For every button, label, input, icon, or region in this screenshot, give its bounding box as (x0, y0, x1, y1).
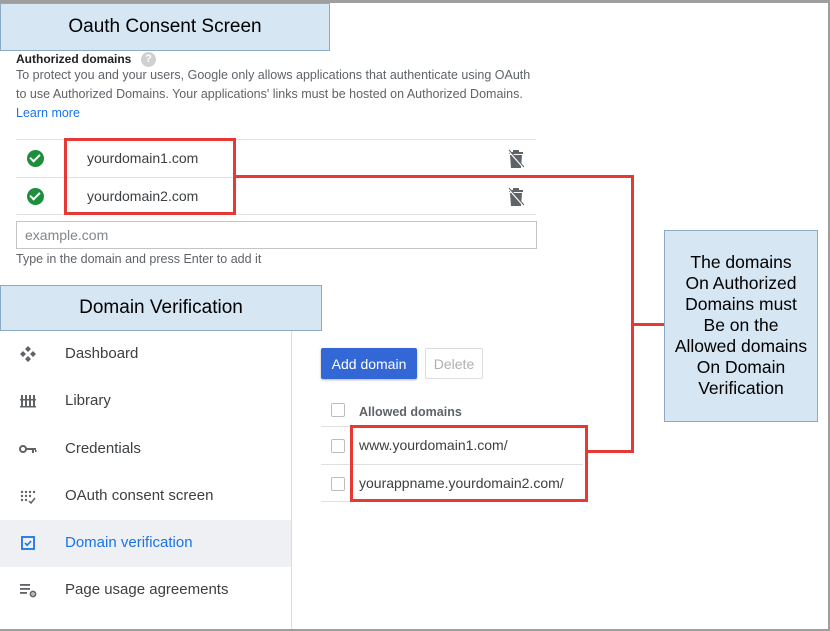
authorized-domain-name: yourdomain2.com (87, 188, 199, 204)
learn-more-link[interactable]: Learn more (16, 106, 80, 120)
allowed-domains-table: Allowed domains www.yourdomain1.com/ you… (321, 394, 583, 502)
note-line: On Domain (696, 357, 786, 377)
domain-verification-callout: Domain Verification (0, 285, 322, 331)
sidebar-item-label: Domain verification (65, 534, 193, 552)
note-line: Domains must (685, 294, 797, 314)
allowed-domain-name: www.yourdomain1.com/ (359, 437, 508, 453)
oauth-consent-callout: Oauth Consent Screen (0, 3, 330, 51)
table-row: yourappname.yourdomain2.com/ (321, 464, 583, 502)
check-circle-icon (27, 150, 44, 167)
note-line: On Authorized (685, 273, 797, 293)
authorized-domain-row: yourdomain2.com (16, 177, 536, 215)
verified-checkbox-icon (21, 536, 35, 551)
authorized-domains-description: To protect you and your users, Google on… (16, 66, 536, 123)
sidebar-item-label: Dashboard (65, 345, 139, 362)
library-icon (20, 395, 36, 408)
sidebar-nav: Dashboard Library Credentials OAuth cons… (0, 331, 292, 629)
domain-input-hint: Type in the domain and press Enter to ad… (16, 252, 262, 266)
table-header: Allowed domains (321, 394, 583, 426)
check-circle-icon (27, 188, 44, 205)
explanation-note-callout: The domains On Authorized Domains must B… (664, 230, 818, 422)
help-icon[interactable]: ? (141, 52, 156, 67)
connector-line-vertical (631, 175, 634, 453)
authorized-domains-list: yourdomain1.com yourdomain2.com (16, 139, 536, 215)
add-domain-button[interactable]: Add domain (321, 348, 417, 379)
sidebar-item-label: OAuth consent screen (65, 486, 214, 504)
sidebar-item-credentials[interactable]: Credentials (0, 426, 291, 473)
connector-line-bottom (588, 450, 634, 453)
sidebar-item-page-usage-agreements[interactable]: Page usage agreements (0, 567, 291, 614)
row-checkbox[interactable] (331, 477, 345, 491)
description-text: To protect you and your users, Google on… (16, 68, 531, 101)
authorized-domains-label: Authorized domains (16, 52, 132, 66)
delete-button[interactable]: Delete (425, 348, 483, 379)
authorized-domain-name: yourdomain1.com (87, 150, 199, 166)
sidebar-item-label: Credentials (65, 439, 141, 457)
sidebar-item-domain-verification[interactable]: Domain verification (0, 520, 291, 568)
sidebar-item-label: Library (65, 392, 111, 410)
connector-line-note (633, 323, 664, 326)
delete-icon[interactable] (507, 187, 525, 207)
new-domain-input[interactable] (16, 221, 537, 249)
row-checkbox[interactable] (331, 439, 345, 453)
sidebar-item-dashboard[interactable]: Dashboard (0, 331, 291, 378)
sidebar-item-label: Page usage agreements (65, 581, 229, 599)
note-line: Allowed domains (674, 336, 808, 356)
sidebar-item-oauth-consent-screen[interactable]: OAuth consent screen (0, 473, 291, 520)
note-line: Verification (698, 378, 784, 398)
key-icon (19, 444, 37, 453)
sidebar-item-library[interactable]: Library (0, 378, 291, 425)
delete-icon[interactable] (507, 149, 525, 169)
allowed-domains-column-header: Allowed domains (359, 405, 462, 419)
note-line: The domains (690, 252, 792, 272)
note-line: Be on the (703, 315, 779, 335)
table-row: www.yourdomain1.com/ (321, 426, 583, 464)
consent-icon (20, 490, 36, 505)
dashboard-icon (20, 346, 36, 362)
allowed-domain-name: yourappname.yourdomain2.com/ (359, 475, 564, 491)
authorized-domain-row: yourdomain1.com (16, 139, 536, 177)
settings-list-icon (20, 584, 37, 598)
select-all-checkbox[interactable] (331, 403, 345, 417)
